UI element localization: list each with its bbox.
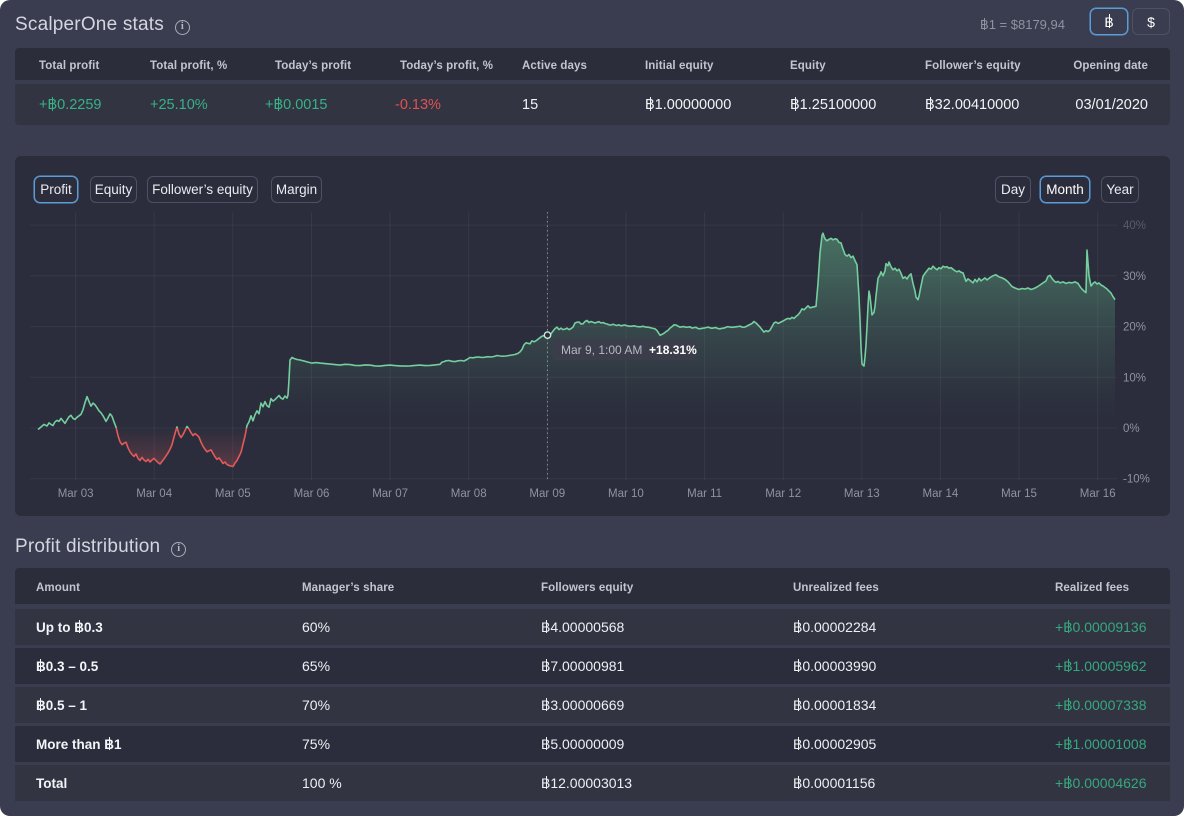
- svg-text:20%: 20%: [1123, 322, 1146, 334]
- svg-text:30%: 30%: [1123, 271, 1146, 283]
- svg-text:Mar 14: Mar 14: [923, 488, 959, 500]
- svg-text:Mar 11: Mar 11: [687, 488, 722, 500]
- svg-text:Mar 09: Mar 09: [529, 488, 565, 500]
- svg-text:Mar 03: Mar 03: [58, 488, 94, 500]
- svg-text:Mar 07: Mar 07: [372, 488, 408, 500]
- svg-text:40%: 40%: [1123, 220, 1146, 232]
- svg-text:10%: 10%: [1123, 372, 1146, 384]
- svg-text:0%: 0%: [1123, 423, 1140, 435]
- svg-text:Mar 16: Mar 16: [1080, 488, 1116, 500]
- svg-text:Mar 08: Mar 08: [451, 488, 487, 500]
- svg-text:Mar 13: Mar 13: [844, 488, 880, 500]
- svg-text:Mar 06: Mar 06: [294, 488, 330, 500]
- svg-text:Mar 12: Mar 12: [765, 488, 801, 500]
- svg-text:Mar 05: Mar 05: [215, 488, 251, 500]
- svg-text:Mar 10: Mar 10: [608, 488, 644, 500]
- svg-text:Mar 04: Mar 04: [136, 488, 172, 500]
- svg-text:Mar 15: Mar 15: [1001, 488, 1037, 500]
- svg-text:-10%: -10%: [1123, 474, 1150, 486]
